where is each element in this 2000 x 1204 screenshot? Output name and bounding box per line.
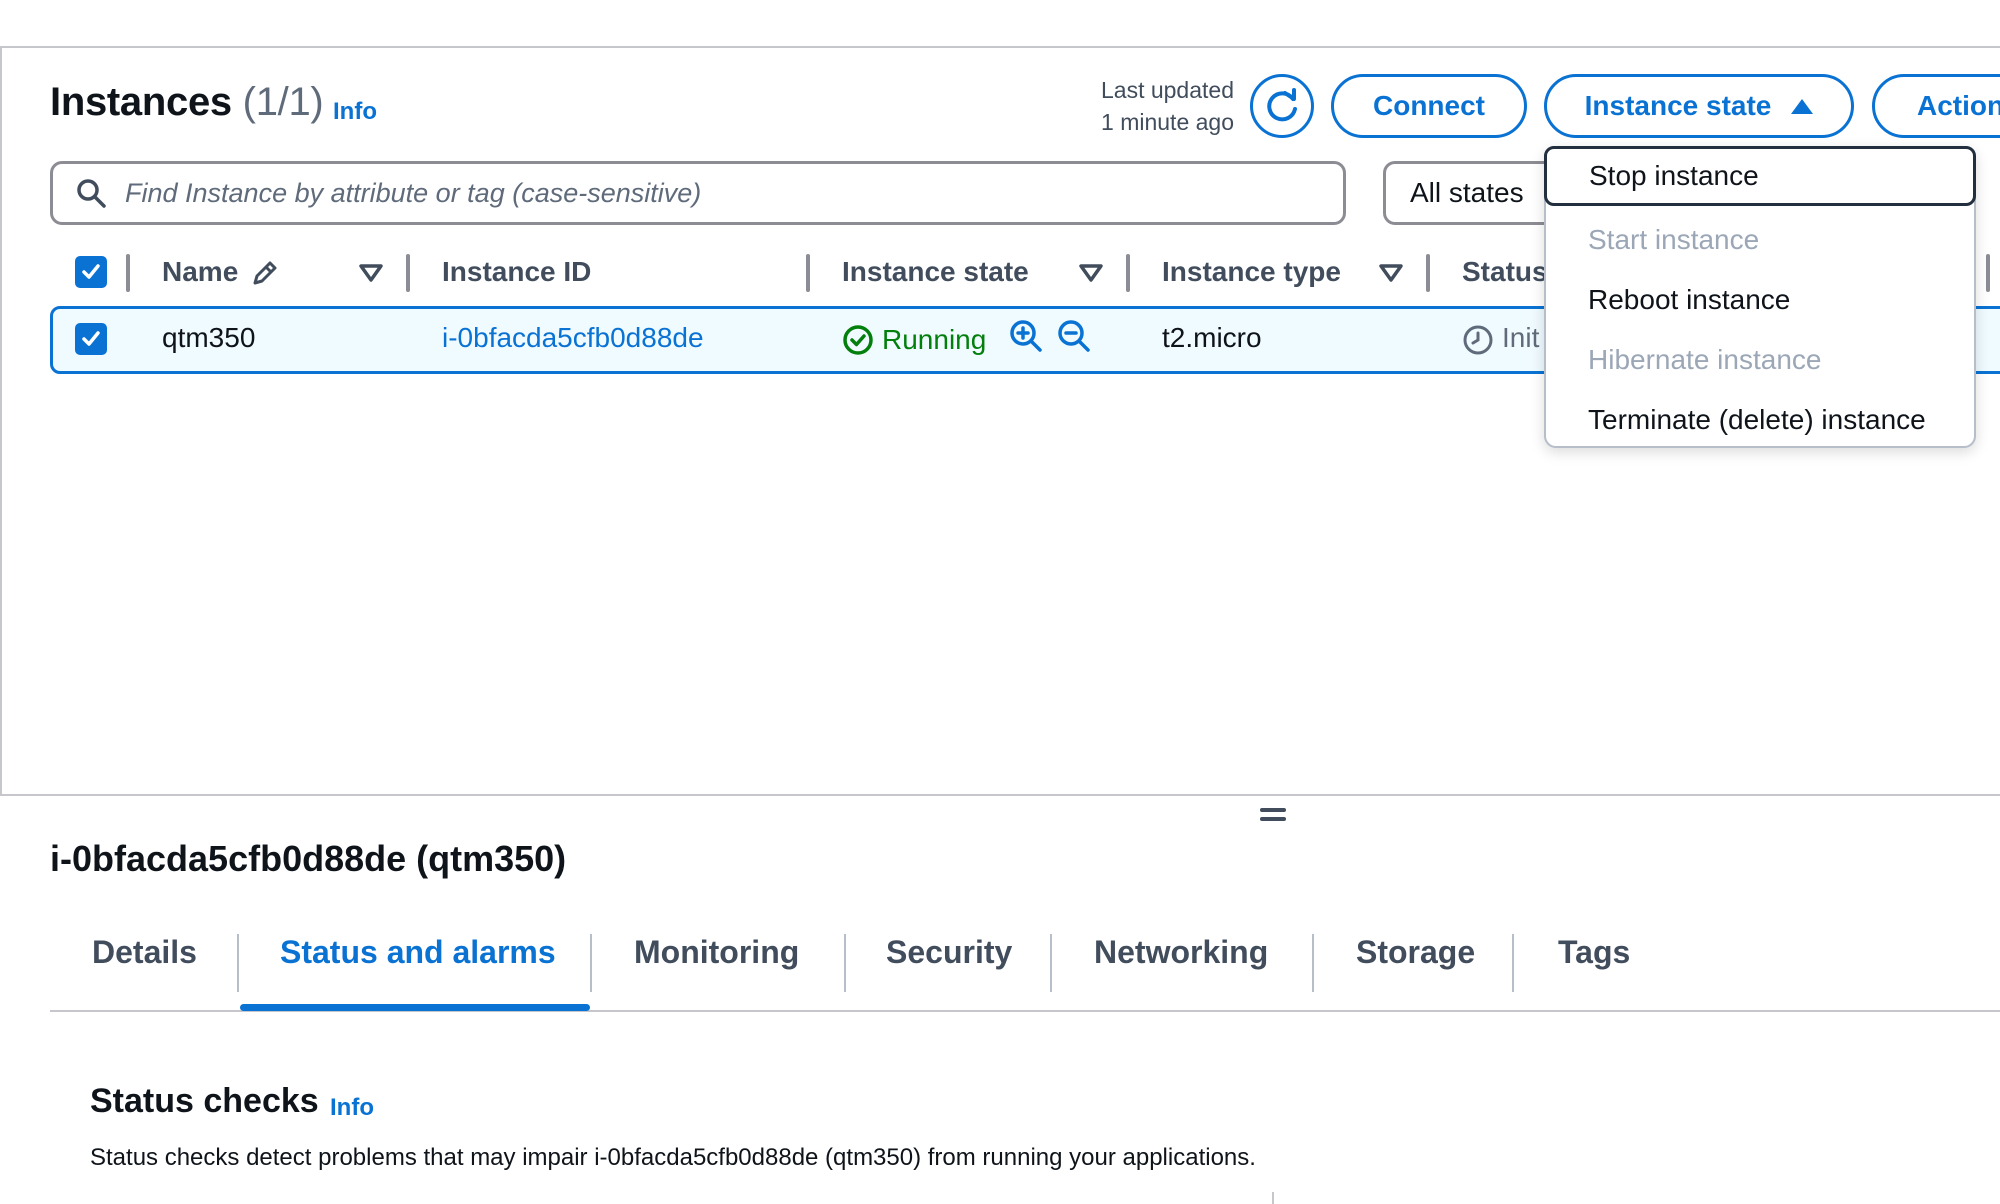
column-header-name-label: Name xyxy=(162,256,239,287)
tab-details[interactable]: Details xyxy=(92,934,197,971)
zoom-in-icon[interactable] xyxy=(1008,318,1044,354)
column-header-instance-type-label: Instance type xyxy=(1162,256,1341,287)
column-header-instance-type[interactable]: Instance type xyxy=(1162,256,1341,288)
actions-label: Action xyxy=(1917,90,2000,121)
sort-filter-icon[interactable] xyxy=(1078,262,1104,284)
last-updated: Last updated 1 minute ago xyxy=(1040,74,1234,138)
tab-networking[interactable]: Networking xyxy=(1094,934,1268,971)
zoom-out-icon[interactable] xyxy=(1056,318,1092,354)
cell-status: Init xyxy=(1502,322,1540,353)
tab-divider xyxy=(1512,934,1514,992)
column-divider[interactable] xyxy=(806,254,810,292)
connect-label: Connect xyxy=(1373,90,1485,121)
page-title-text: Instances xyxy=(50,80,232,124)
menu-item-terminate-instance[interactable]: Terminate (delete) instance xyxy=(1546,390,1978,450)
column-header-instance-state[interactable]: Instance state xyxy=(842,256,1029,288)
tab-divider xyxy=(237,934,239,992)
tab-security[interactable]: Security xyxy=(886,934,1012,971)
column-header-status-label: Status xyxy=(1462,256,1548,287)
checkmark-icon xyxy=(82,264,100,279)
tab-status-and-alarms[interactable]: Status and alarms xyxy=(280,934,556,971)
info-link[interactable]: Info xyxy=(333,98,377,126)
status-checks-info-link[interactable]: Info xyxy=(330,1094,374,1122)
tab-divider xyxy=(844,934,846,992)
refresh-icon xyxy=(1267,88,1297,122)
tab-tags[interactable]: Tags xyxy=(1558,934,1630,971)
search-box xyxy=(50,161,1346,225)
cell-instance-type: t2.micro xyxy=(1162,322,1262,353)
tab-divider xyxy=(1312,934,1314,992)
column-header-instance-id-label: Instance ID xyxy=(442,256,592,287)
menu-item-start-instance: Start instance xyxy=(1588,224,1760,255)
column-header-name[interactable]: Name xyxy=(162,256,238,288)
column-header-status[interactable]: Status xyxy=(1462,256,1548,288)
check-circle-icon xyxy=(843,325,873,355)
instance-id-link[interactable]: i-0bfacda5cfb0d88de xyxy=(442,322,704,354)
instance-state-dropdown: Stop instance Start instance Reboot inst… xyxy=(1544,146,1976,448)
connect-button[interactable]: Connect xyxy=(1331,74,1527,138)
column-divider[interactable] xyxy=(1426,254,1430,292)
instance-state-button[interactable]: Instance state xyxy=(1544,74,1854,138)
column-divider[interactable] xyxy=(1126,254,1130,292)
refresh-button[interactable] xyxy=(1250,74,1314,138)
status-checks-title: Status checks xyxy=(90,1082,319,1120)
caret-up-icon xyxy=(1791,98,1814,114)
tab-monitoring[interactable]: Monitoring xyxy=(634,934,799,971)
last-updated-label: Last updated xyxy=(1100,77,1234,103)
menu-item-reboot-instance[interactable]: Reboot instance xyxy=(1546,270,1978,330)
checkmark-icon xyxy=(82,331,100,346)
tab-divider xyxy=(1050,934,1052,992)
select-all-checkbox[interactable] xyxy=(75,256,107,288)
status-checks-description: Status checks detect problems that may i… xyxy=(90,1144,1256,1171)
menu-item-hibernate-instance: Hibernate instance xyxy=(1588,344,1822,375)
column-divider[interactable] xyxy=(1986,254,1990,292)
column-divider[interactable] xyxy=(126,254,130,292)
panel-splitter[interactable] xyxy=(0,794,2000,796)
sort-filter-icon[interactable] xyxy=(1378,262,1404,284)
pencil-icon xyxy=(253,261,277,285)
column-header-instance-id[interactable]: Instance ID xyxy=(442,256,591,288)
column-divider[interactable] xyxy=(406,254,410,292)
page-title: Instances (1/1) xyxy=(50,80,324,125)
top-strip xyxy=(0,0,2000,48)
drag-handle-icon[interactable] xyxy=(1260,808,1286,826)
menu-item-stop-instance[interactable]: Stop instance xyxy=(1544,146,1976,206)
instance-count: (1/1) xyxy=(242,80,324,124)
cell-name: qtm350 xyxy=(162,322,256,353)
search-icon xyxy=(77,179,106,208)
column-header-instance-state-label: Instance state xyxy=(842,256,1029,287)
tab-storage[interactable]: Storage xyxy=(1356,934,1475,971)
last-updated-time: 1 minute ago xyxy=(1101,109,1234,135)
details-title: i-0bfacda5cfb0d88de (qtm350) xyxy=(50,838,567,879)
actions-button[interactable]: Action xyxy=(1872,74,2000,138)
sort-filter-icon[interactable] xyxy=(358,262,384,284)
instance-state-text: Running xyxy=(882,324,987,355)
states-filter-value: All states xyxy=(1410,177,1524,208)
cell-instance-state: Running xyxy=(842,324,986,356)
divider xyxy=(1272,1192,1274,1204)
search-input[interactable] xyxy=(125,177,1305,209)
clock-icon xyxy=(1463,325,1493,355)
tab-divider xyxy=(590,934,592,992)
instance-state-label: Instance state xyxy=(1584,90,1772,121)
active-tab-indicator xyxy=(240,1004,590,1011)
row-checkbox[interactable] xyxy=(75,323,107,355)
